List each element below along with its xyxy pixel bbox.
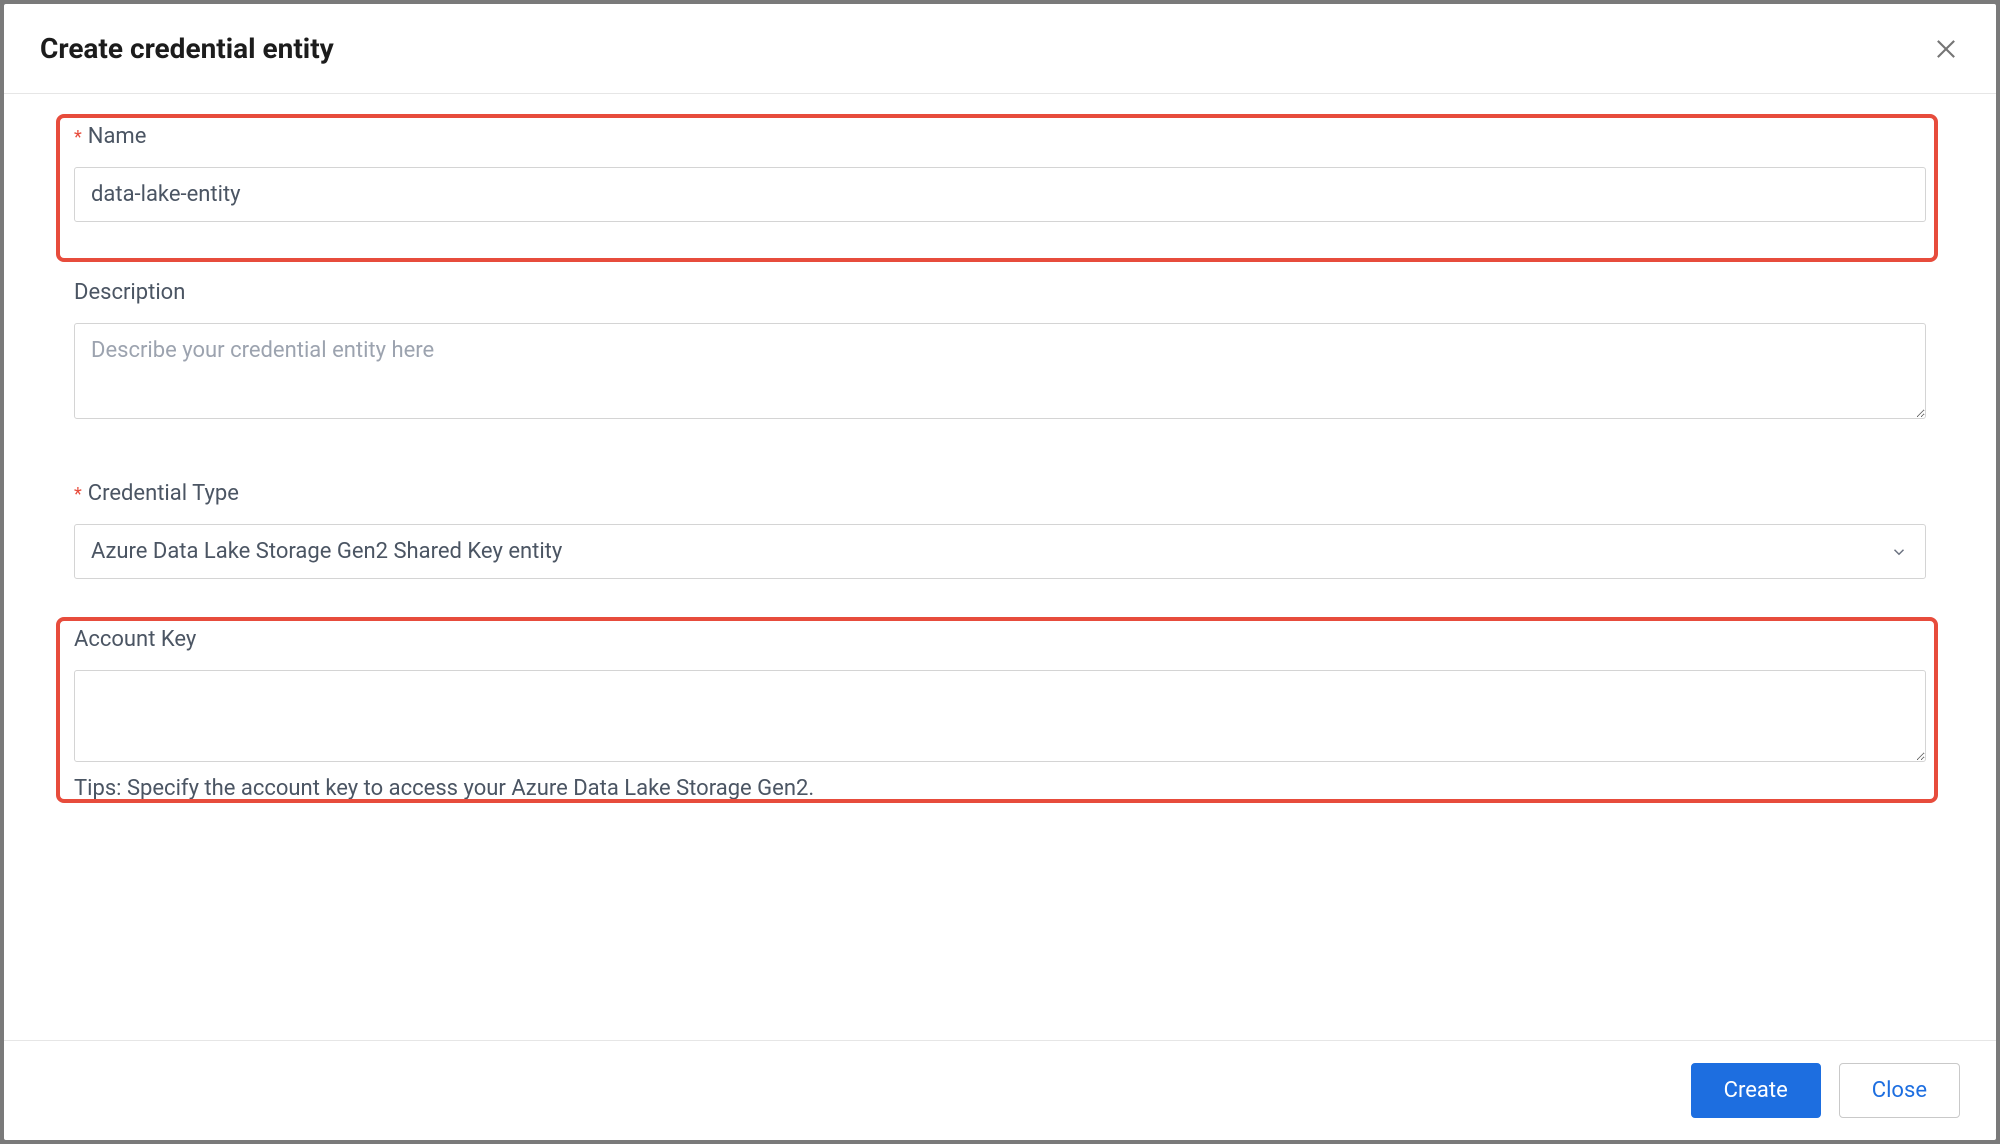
required-star-icon: *	[74, 484, 82, 505]
account-key-textarea[interactable]	[74, 670, 1926, 762]
name-field-group: * Name	[74, 124, 1926, 222]
required-star-icon: *	[74, 127, 82, 148]
close-button[interactable]: Close	[1839, 1063, 1960, 1118]
create-button[interactable]: Create	[1691, 1063, 1821, 1118]
modal-footer: Create Close	[4, 1040, 1996, 1140]
modal-title: Create credential entity	[40, 32, 334, 65]
account-key-tip: Tips: Specify the account key to access …	[74, 776, 1926, 801]
name-input[interactable]	[74, 167, 1926, 222]
description-label: Description	[74, 280, 1926, 305]
name-label: * Name	[74, 124, 1926, 149]
account-key-label: Account Key	[74, 627, 1926, 652]
modal-header: Create credential entity	[4, 4, 1996, 94]
create-credential-modal: Create credential entity * Name Descripti…	[4, 4, 1996, 1140]
credential-type-label: * Credential Type	[74, 481, 1926, 506]
credential-type-label-text: Credential Type	[88, 481, 239, 506]
credential-type-select[interactable]: Azure Data Lake Storage Gen2 Shared Key …	[74, 524, 1926, 579]
credential-type-field-group: * Credential Type Azure Data Lake Storage…	[74, 481, 1926, 579]
modal-body: * Name Description * Credential Type Azure…	[4, 94, 1996, 1040]
name-label-text: Name	[88, 124, 147, 149]
account-key-field-group: Account Key	[74, 627, 1926, 766]
credential-type-selected: Azure Data Lake Storage Gen2 Shared Key …	[74, 524, 1926, 579]
description-textarea[interactable]	[74, 323, 1926, 419]
description-field-group: Description	[74, 280, 1926, 423]
close-icon[interactable]	[1932, 35, 1960, 63]
